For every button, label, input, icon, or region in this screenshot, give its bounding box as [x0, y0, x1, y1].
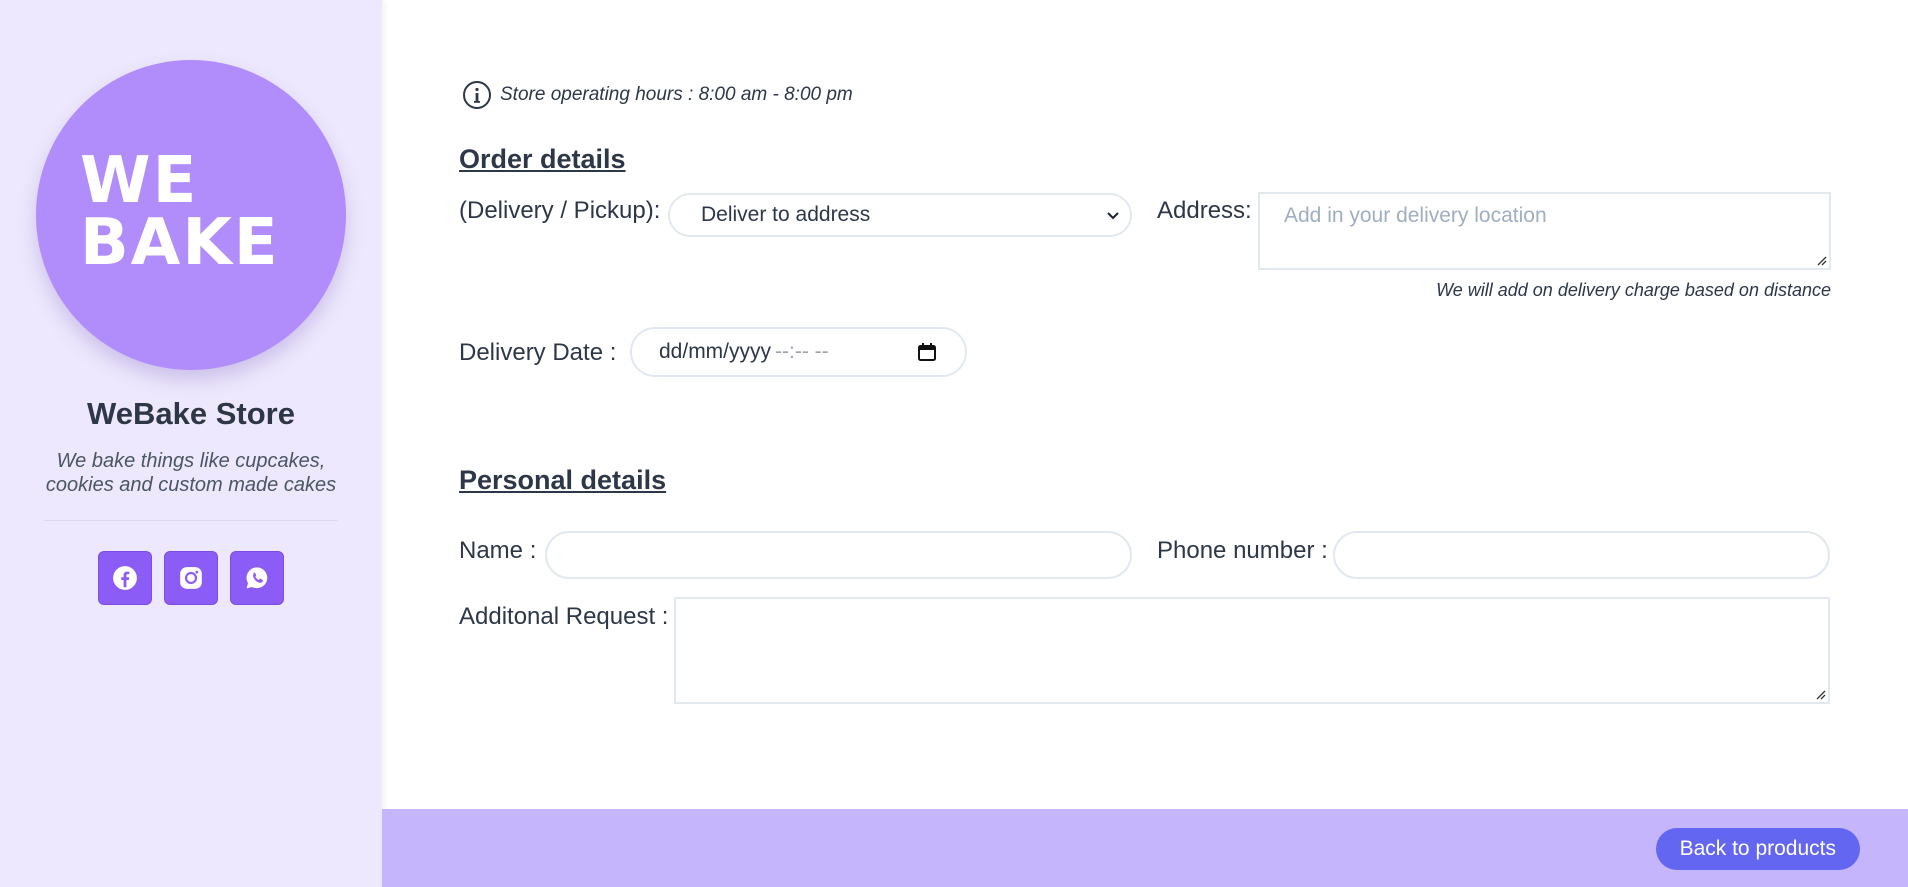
resize-handle-icon[interactable] — [1815, 254, 1827, 266]
chevron-down-icon — [1107, 212, 1119, 220]
store-logo: WE BAKE — [36, 60, 346, 370]
delivery-charge-hint: We will add on delivery charge based on … — [1436, 280, 1831, 300]
footer-bar: Back to products — [382, 809, 1908, 887]
facebook-icon — [113, 566, 137, 590]
whatsapp-button[interactable] — [230, 551, 284, 605]
store-tagline: We bake things like cupcakes, cookies an… — [45, 450, 337, 496]
address-textarea[interactable]: Add in your delivery location — [1258, 192, 1831, 270]
order-form: Store operating hours : 8:00 am - 8:00 p… — [382, 0, 1908, 809]
sidebar: WE BAKE WeBake Store We bake things like… — [0, 0, 382, 887]
info-icon — [463, 81, 491, 109]
date-mask: dd/mm/yyyy — [659, 340, 772, 363]
store-hours-text: Store operating hours : 8:00 am - 8:00 p… — [500, 84, 853, 105]
whatsapp-icon — [246, 567, 268, 589]
name-input[interactable] — [545, 531, 1132, 579]
sidebar-divider — [44, 520, 338, 521]
name-label: Name : — [459, 537, 537, 564]
store-hours-notice: Store operating hours : 8:00 am - 8:00 p… — [462, 80, 853, 110]
additional-request-label: Additonal Request : — [459, 603, 669, 630]
social-links — [98, 551, 284, 605]
logo-line-2: BAKE — [80, 206, 280, 280]
order-details-heading: Order details — [459, 144, 626, 174]
facebook-button[interactable] — [98, 551, 152, 605]
delivery-method-select[interactable]: Deliver to address — [668, 193, 1132, 237]
logo-line-1: WE — [80, 144, 199, 218]
time-mask: --:-- -- — [775, 340, 829, 363]
additional-request-textarea[interactable] — [674, 597, 1830, 704]
address-label: Address: — [1157, 197, 1252, 224]
phone-input[interactable] — [1333, 531, 1830, 579]
delivery-method-label: (Delivery / Pickup): — [459, 197, 661, 224]
personal-details-heading: Personal details — [459, 465, 667, 495]
address-placeholder: Add in your delivery location — [1284, 204, 1547, 227]
phone-label: Phone number : — [1157, 537, 1328, 564]
delivery-date-input[interactable]: dd/mm/yyyy --:-- -- — [630, 327, 967, 377]
instagram-icon — [180, 567, 202, 589]
calendar-icon[interactable] — [917, 342, 937, 362]
delivery-date-label: Delivery Date : — [459, 339, 617, 366]
instagram-button[interactable] — [164, 551, 218, 605]
delivery-method-value: Deliver to address — [701, 203, 871, 226]
back-to-products-button[interactable]: Back to products — [1655, 828, 1860, 870]
resize-handle-icon[interactable] — [1814, 688, 1826, 700]
logo-text: WE BAKE — [80, 144, 280, 280]
store-name: WeBake Store — [87, 396, 295, 431]
